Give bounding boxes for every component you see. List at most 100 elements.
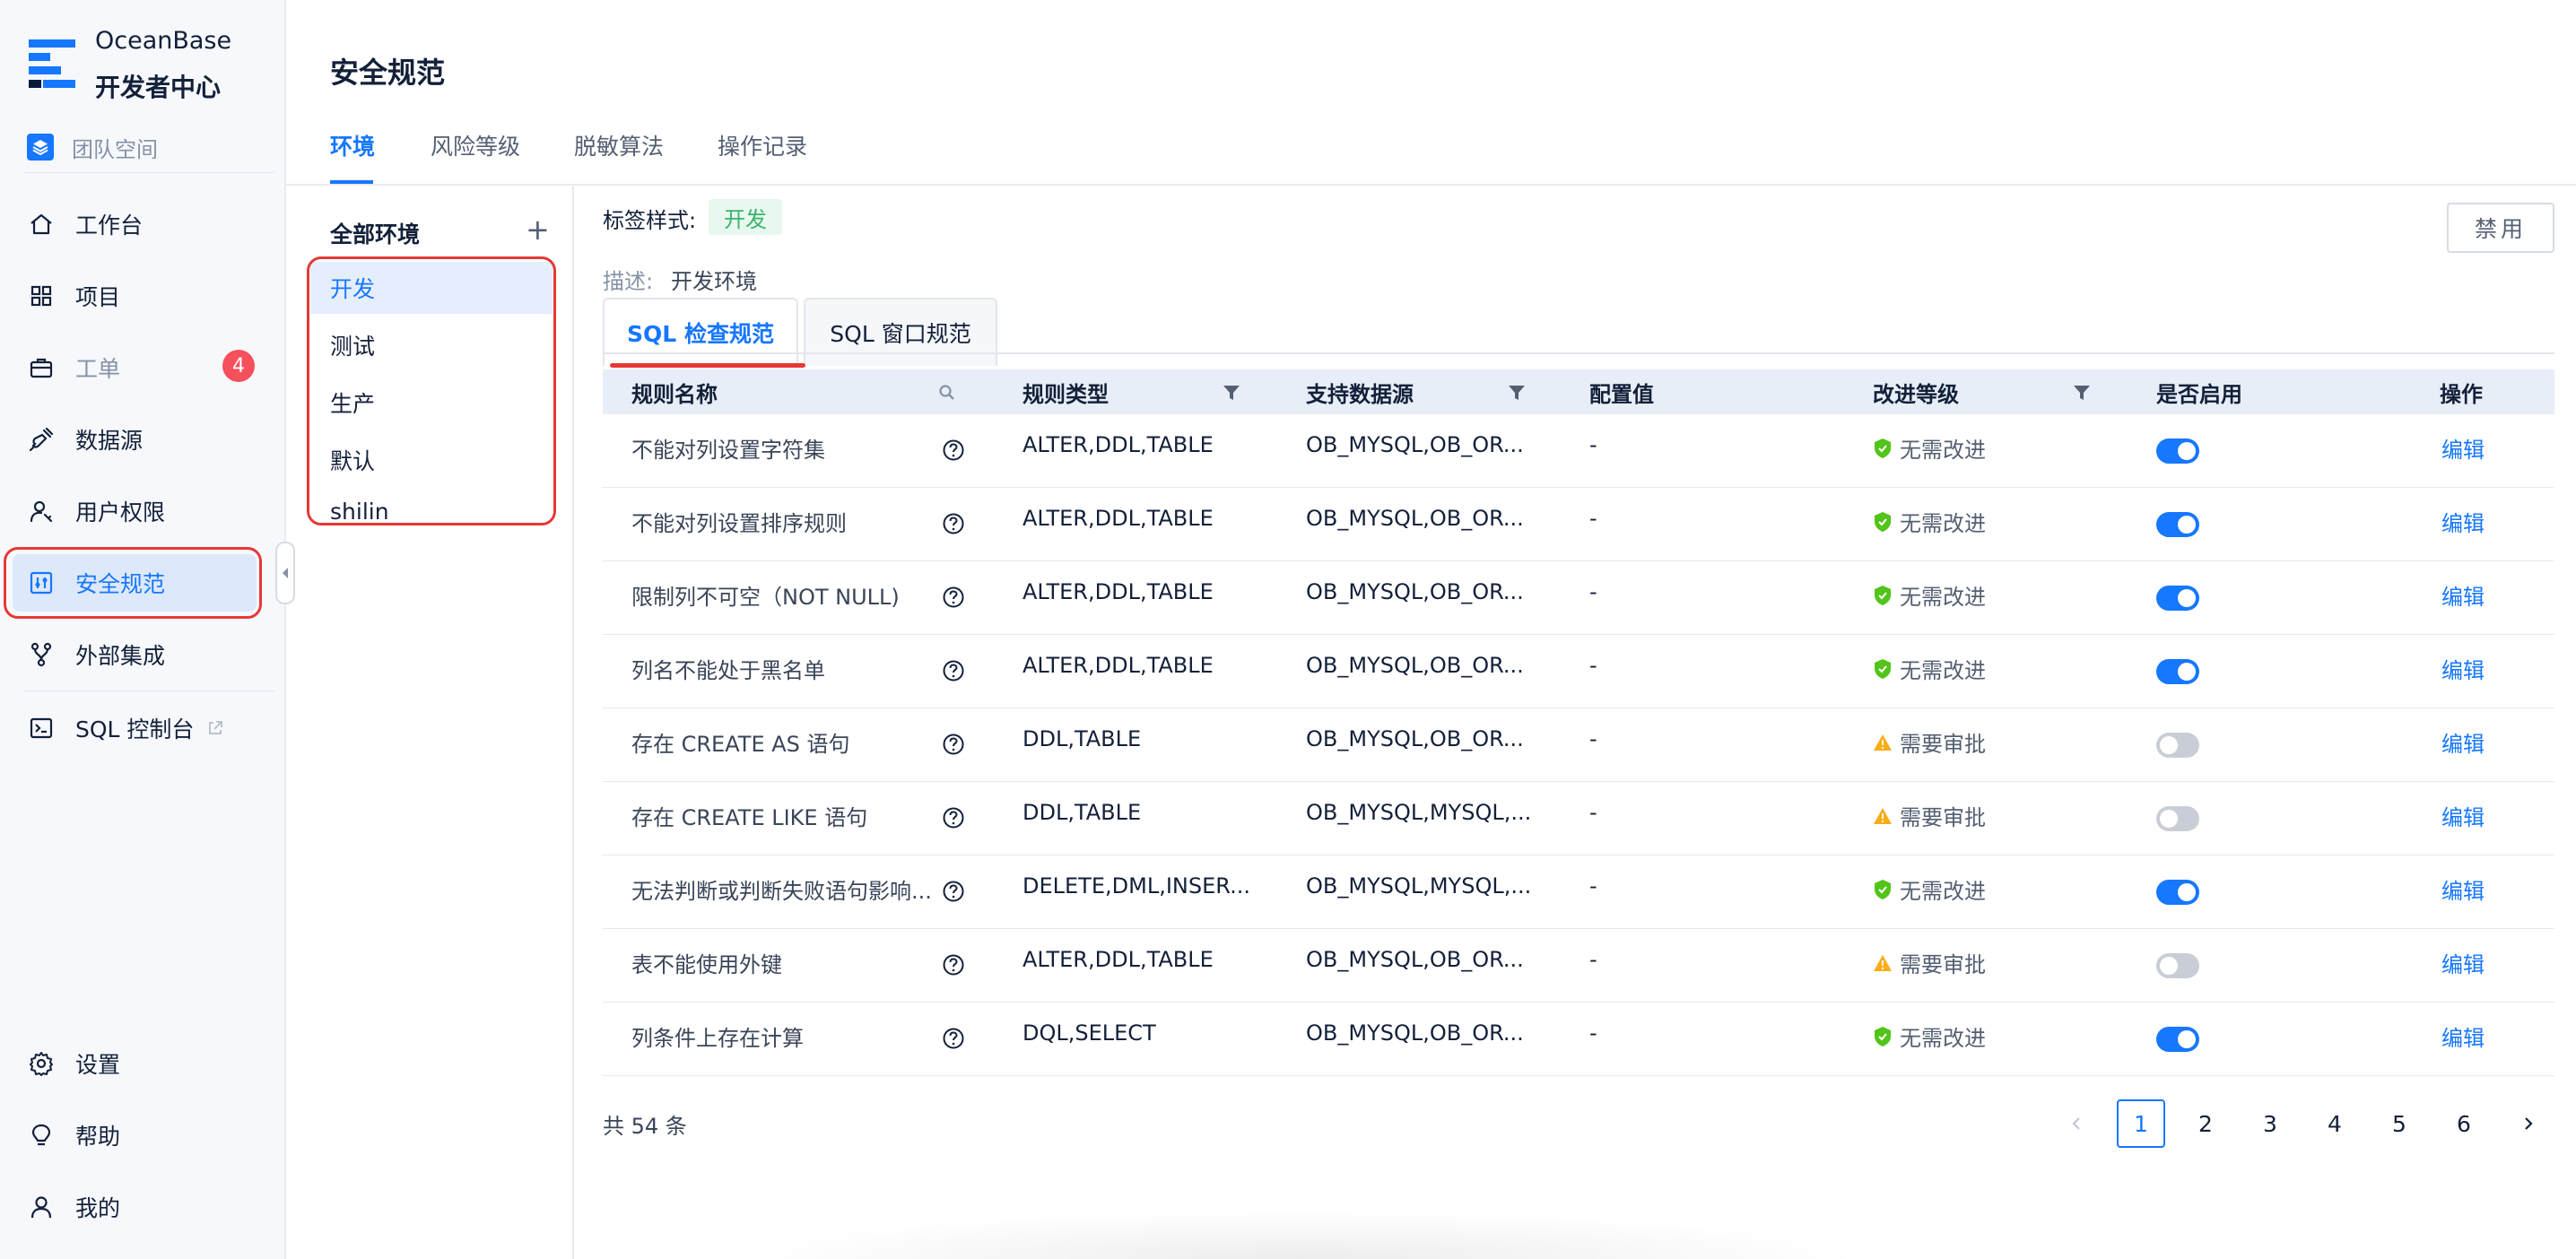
config-value: - (1589, 726, 1597, 751)
level-label: 无需改进 (1900, 438, 1986, 463)
edit-link[interactable]: 编辑 (2441, 947, 2485, 978)
level-label: 无需改进 (1900, 585, 1986, 610)
config-value: - (1589, 579, 1597, 604)
plug-icon (27, 425, 56, 454)
prev-page-button[interactable] (2052, 1099, 2101, 1148)
sidebar-item-datasource[interactable]: 数据源 (13, 411, 257, 468)
integration-icon (27, 640, 56, 669)
tab-masking-algorithm[interactable]: 脱敏算法 (574, 129, 664, 161)
level-label: 无需改进 (1900, 879, 1986, 904)
sidebar-item-me[interactable]: 我的 (13, 1178, 257, 1236)
chevron-left-icon (2069, 1115, 2084, 1133)
rule-name: 表不能使用外键 (631, 952, 782, 977)
rule-type: DDL,TABLE (1023, 726, 1142, 751)
help-circle-icon[interactable] (942, 806, 965, 833)
status-badge: 无需改进 (1873, 579, 1986, 611)
edit-link[interactable]: 编辑 (2441, 432, 2485, 464)
level-label: 需要审批 (1900, 805, 1986, 830)
filter-icon[interactable] (2072, 383, 2092, 406)
disable-env-button[interactable]: 禁用 (2447, 203, 2554, 253)
status-badge: 无需改进 (1873, 653, 1986, 684)
help-circle-icon[interactable] (942, 659, 965, 686)
enable-toggle[interactable] (2156, 953, 2199, 978)
terminal-icon (27, 714, 56, 742)
tab-operation-log[interactable]: 操作记录 (718, 129, 807, 161)
edit-link[interactable]: 编辑 (2441, 653, 2485, 684)
sidebar-item-label: 外部集成 (75, 643, 166, 669)
chevron-left-icon (280, 566, 291, 580)
status-badge: 无需改进 (1873, 432, 1986, 464)
level-label: 无需改进 (1900, 1026, 1986, 1051)
filter-icon[interactable] (1507, 383, 1527, 406)
sidebar-item-tickets[interactable]: 工单 (13, 339, 257, 396)
help-circle-icon[interactable] (942, 880, 965, 907)
page-2[interactable]: 2 (2181, 1099, 2230, 1148)
team-space-switcher[interactable]: 团队空间 (27, 131, 158, 163)
table-row-divider (603, 634, 2554, 635)
brand-subtitle: 开发者中心 (95, 73, 222, 102)
bottom-shadow (735, 1211, 1866, 1259)
total-count: 共 54 条 (603, 1114, 687, 1139)
enable-toggle[interactable] (2156, 806, 2199, 831)
subtab-sql-check[interactable]: SQL 检查规范 (603, 298, 798, 366)
help-circle-icon[interactable] (942, 512, 965, 539)
sidebar-collapse-button[interactable] (275, 542, 295, 604)
page-5[interactable]: 5 (2375, 1099, 2424, 1148)
tag-style-label: 标签样式: (603, 208, 697, 233)
edit-link[interactable]: 编辑 (2441, 800, 2485, 831)
enable-toggle[interactable] (2156, 512, 2199, 537)
page-3[interactable]: 3 (2246, 1099, 2294, 1148)
edit-link[interactable]: 编辑 (2441, 1020, 2485, 1052)
status-badge: 需要审批 (1873, 947, 1986, 978)
column-header-enabled: 是否启用 (2156, 381, 2242, 407)
add-env-button[interactable]: + (526, 215, 550, 244)
edit-link[interactable]: 编辑 (2441, 873, 2485, 905)
edit-link[interactable]: 编辑 (2441, 579, 2485, 611)
rule-type: DQL,SELECT (1023, 1020, 1156, 1046)
help-circle-icon[interactable] (942, 586, 965, 612)
next-page-button[interactable] (2504, 1099, 2553, 1148)
config-value: - (1589, 506, 1597, 531)
filter-icon[interactable] (1222, 383, 1241, 406)
enable-toggle[interactable] (2156, 586, 2199, 611)
datasource: OB_MYSQL,OB_OR... (1306, 506, 1524, 531)
help-circle-icon[interactable] (942, 438, 965, 465)
oceanbase-logo-icon (29, 39, 75, 90)
datasource: OB_MYSQL,OB_OR... (1306, 653, 1524, 678)
sidebar-item-label: 工作台 (75, 213, 144, 239)
sidebar-item-projects[interactable]: 项目 (13, 267, 257, 325)
tab-risk-level[interactable]: 风险等级 (431, 129, 520, 161)
sidebar-item-sql-console[interactable]: SQL 控制台 (13, 699, 257, 757)
edit-link[interactable]: 编辑 (2441, 506, 2485, 537)
sidebar-item-label: 数据源 (75, 428, 144, 454)
enable-toggle[interactable] (2156, 1027, 2199, 1052)
page-4[interactable]: 4 (2311, 1099, 2359, 1148)
help-circle-icon[interactable] (942, 733, 965, 760)
sidebar-item-workbench[interactable]: 工作台 (13, 195, 257, 253)
subtab-sql-window[interactable]: SQL 窗口规范 (804, 298, 997, 366)
column-header-datasource: 支持数据源 (1306, 381, 1414, 407)
grid-icon (27, 282, 56, 310)
sidebar-item-external-integration[interactable]: 外部集成 (13, 626, 257, 683)
search-icon[interactable] (938, 384, 956, 405)
rule-type: ALTER,DDL,TABLE (1023, 579, 1214, 604)
sidebar-item-settings[interactable]: 设置 (13, 1035, 257, 1092)
datasource: OB_MYSQL,MYSQL,... (1306, 800, 1532, 825)
help-circle-icon[interactable] (942, 953, 965, 980)
rule-type: ALTER,DDL,TABLE (1023, 506, 1214, 531)
sidebar-item-help[interactable]: 帮助 (13, 1107, 257, 1164)
enable-toggle[interactable] (2156, 438, 2199, 464)
page-6[interactable]: 6 (2440, 1099, 2488, 1148)
tab-environment[interactable]: 环境 (330, 129, 375, 161)
enable-toggle[interactable] (2156, 733, 2199, 758)
help-circle-icon[interactable] (942, 1027, 965, 1054)
column-header-rule-type: 规则类型 (1023, 381, 1109, 407)
status-badge: 无需改进 (1873, 873, 1986, 905)
page-1[interactable]: 1 (2117, 1099, 2165, 1148)
sidebar-divider (23, 690, 274, 691)
edit-link[interactable]: 编辑 (2441, 726, 2485, 758)
enable-toggle[interactable] (2156, 659, 2199, 684)
level-label: 无需改进 (1900, 511, 1986, 536)
enable-toggle[interactable] (2156, 880, 2199, 905)
sidebar-item-user-permissions[interactable]: 用户权限 (13, 482, 257, 540)
